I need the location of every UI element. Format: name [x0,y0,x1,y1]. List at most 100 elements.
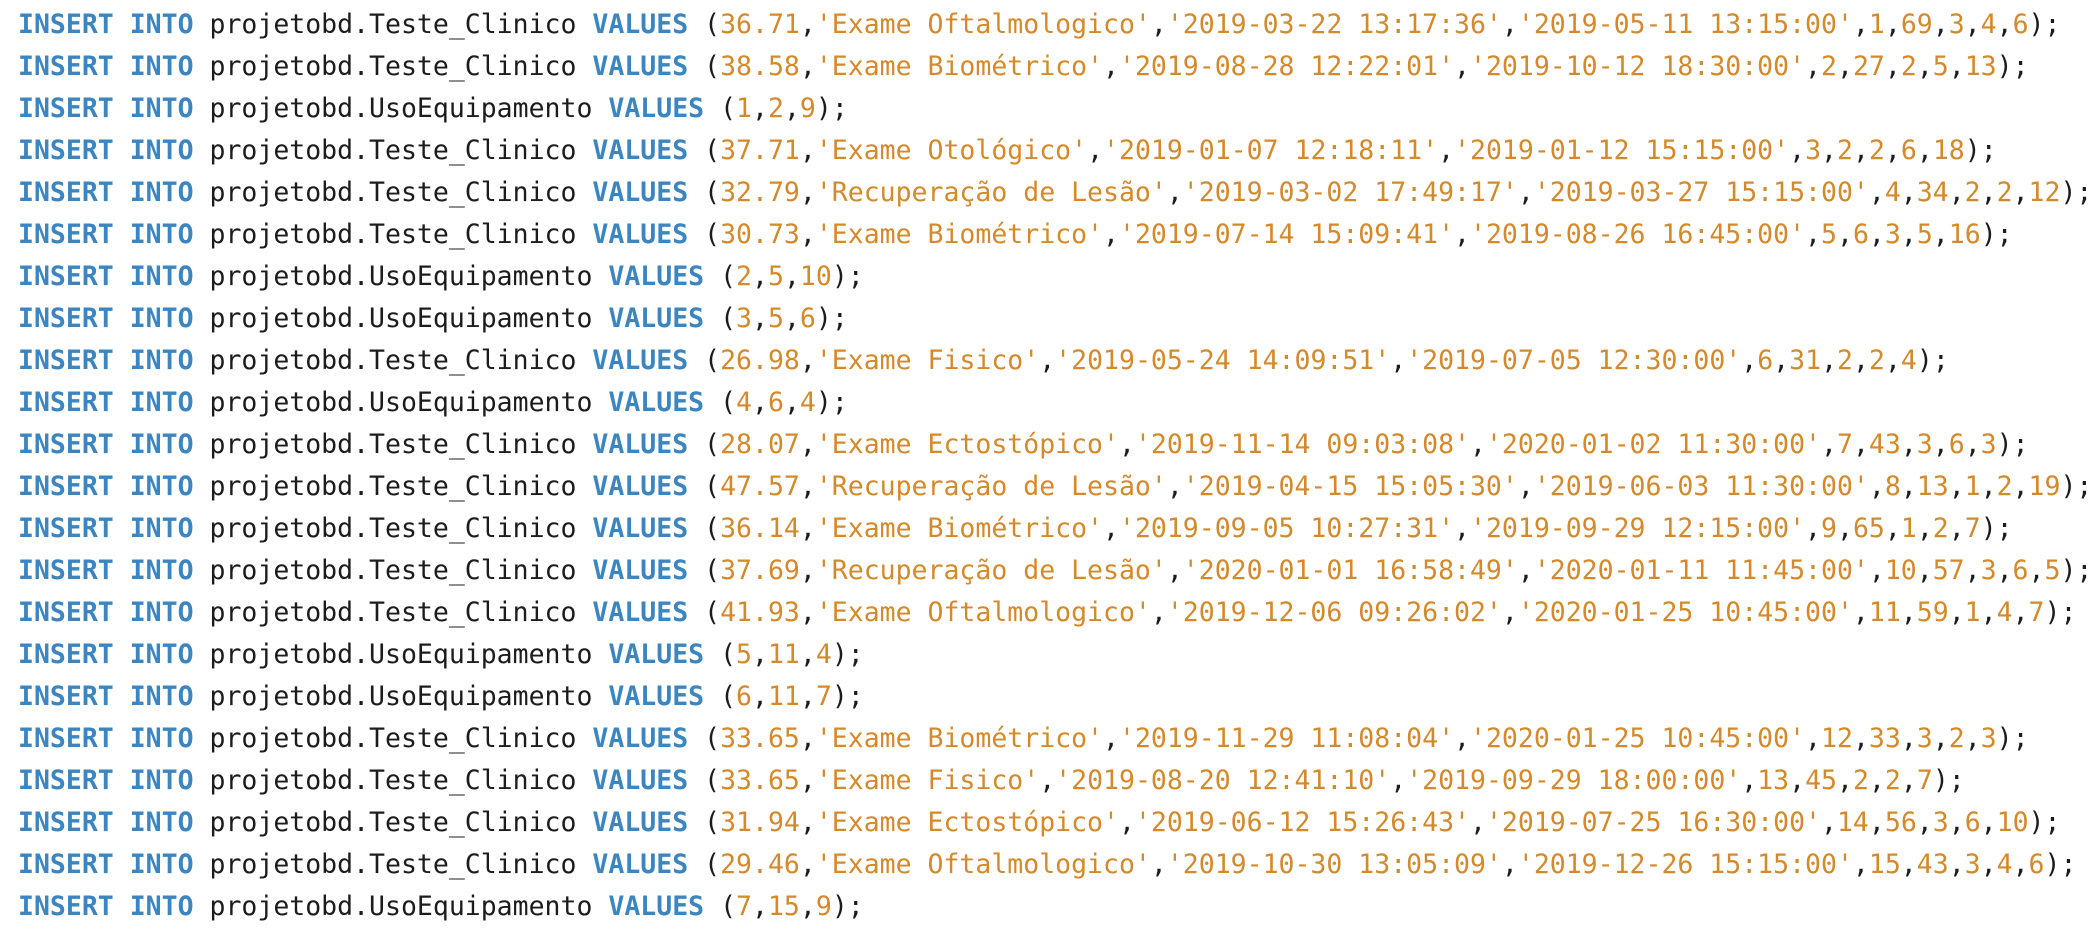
code-line[interactable]: INSERT INTO projetobd.Teste_Clinico VALU… [0,4,2088,46]
string-literal: '2019-08-28 12:22:01' [1118,51,1455,82]
sql-keyword-values: VALUES [608,681,705,712]
number-literal: 10 [799,261,832,292]
sql-keyword-insert: INSERT [18,177,114,208]
number-literal: 7 [736,891,752,922]
string-literal: '2019-11-14 09:03:08' [1134,429,1470,460]
string-literal: '2020-01-11 11:45:00' [1533,555,1869,586]
table-name: projetobd.Teste_Clinico [209,429,577,460]
number-literal: 18 [1932,135,1965,166]
code-line[interactable]: INSERT INTO projetobd.Teste_Clinico VALU… [0,466,2088,508]
code-line[interactable]: INSERT INTO projetobd.UsoEquipamento VAL… [0,256,2088,298]
code-line[interactable]: INSERT INTO projetobd.Teste_Clinico VALU… [0,508,2088,550]
number-literal: 2 [1932,513,1949,544]
number-literal: 57 [1932,555,1965,586]
table-name: projetobd.Teste_Clinico [209,471,577,502]
code-line[interactable]: INSERT INTO projetobd.Teste_Clinico VALU… [0,340,2088,382]
number-literal: 5 [2044,555,2061,586]
number-literal: 4 [1980,9,1997,40]
sql-keyword-into: INTO [129,513,194,544]
number-literal: 36.14 [720,513,800,544]
sql-keyword-values: VALUES [592,555,689,586]
table-name: projetobd.Teste_Clinico [209,345,577,376]
sql-keyword-insert: INSERT [18,9,114,40]
number-literal: 8 [1884,471,1901,502]
code-line[interactable]: INSERT INTO projetobd.Teste_Clinico VALU… [0,424,2088,466]
code-line[interactable]: INSERT INTO projetobd.UsoEquipamento VAL… [0,382,2088,424]
code-line[interactable]: INSERT INTO projetobd.Teste_Clinico VALU… [0,760,2088,802]
sql-keyword-into: INTO [129,681,194,712]
code-line[interactable]: INSERT INTO projetobd.UsoEquipamento VAL… [0,634,2088,676]
number-literal: 6 [1852,219,1869,250]
table-name: projetobd.Teste_Clinico [209,765,577,796]
string-literal: 'Exame Biométrico' [815,51,1104,82]
number-literal: 38.58 [720,51,800,82]
number-literal: 6 [1757,345,1774,376]
number-literal: 36.71 [720,9,800,40]
number-literal: 65 [1852,513,1885,544]
number-literal: 5 [1916,219,1933,250]
code-line[interactable]: INSERT INTO projetobd.Teste_Clinico VALU… [0,718,2088,760]
number-literal: 41.93 [720,597,800,628]
sql-keyword-values: VALUES [608,387,705,418]
number-literal: 6 [799,303,816,334]
string-literal: '2019-08-26 16:45:00' [1470,219,1806,250]
string-literal: 'Recuperação de Lesão' [815,177,1167,208]
string-literal: '2019-07-14 15:09:41' [1118,219,1455,250]
table-name: projetobd.Teste_Clinico [209,807,577,838]
sql-keyword-insert: INSERT [18,219,114,250]
sql-keyword-insert: INSERT [18,807,114,838]
table-name: projetobd.Teste_Clinico [209,513,577,544]
number-literal: 10 [1996,807,2029,838]
sql-keyword-insert: INSERT [18,765,114,796]
table-name: projetobd.UsoEquipamento [209,261,593,292]
sql-keyword-into: INTO [129,345,194,376]
sql-keyword-into: INTO [129,303,194,334]
number-literal: 33.65 [720,723,800,754]
number-literal: 37.71 [720,135,800,166]
code-line[interactable]: INSERT INTO projetobd.UsoEquipamento VAL… [0,676,2088,718]
sql-keyword-values: VALUES [592,513,689,544]
code-line[interactable]: INSERT INTO projetobd.Teste_Clinico VALU… [0,550,2088,592]
number-literal: 5 [1821,219,1837,250]
sql-keyword-insert: INSERT [18,681,114,712]
number-literal: 59 [1916,597,1949,628]
string-literal: '2019-01-07 12:18:11' [1103,135,1439,166]
code-line[interactable]: INSERT INTO projetobd.Teste_Clinico VALU… [0,592,2088,634]
code-line[interactable]: INSERT INTO projetobd.Teste_Clinico VALU… [0,802,2088,844]
code-line[interactable]: INSERT INTO projetobd.Teste_Clinico VALU… [0,46,2088,88]
table-name: projetobd.Teste_Clinico [209,177,577,208]
code-line[interactable]: INSERT INTO projetobd.Teste_Clinico VALU… [0,844,2088,886]
code-line[interactable]: INSERT INTO projetobd.Teste_Clinico VALU… [0,130,2088,172]
string-literal: 'Exame Biométrico' [815,723,1104,754]
string-literal: 'Recuperação de Lesão' [815,555,1167,586]
number-literal: 11 [1868,597,1901,628]
code-line[interactable]: INSERT INTO projetobd.UsoEquipamento VAL… [0,88,2088,130]
code-line[interactable]: INSERT INTO projetobd.UsoEquipamento VAL… [0,298,2088,340]
number-literal: 4 [1884,177,1901,208]
number-literal: 3 [1964,849,1981,880]
number-literal: 7 [1964,513,1981,544]
code-line[interactable]: INSERT INTO projetobd.Teste_Clinico VALU… [0,172,2088,214]
string-literal: '2019-04-15 15:05:30' [1182,471,1518,502]
number-literal: 11 [767,681,800,712]
number-literal: 10 [1884,555,1917,586]
table-name: projetobd.Teste_Clinico [209,135,577,166]
number-literal: 7 [815,681,832,712]
code-line[interactable]: INSERT INTO projetobd.Teste_Clinico VALU… [0,214,2088,256]
sql-keyword-into: INTO [129,807,194,838]
sql-keyword-values: VALUES [592,723,689,754]
number-literal: 2 [1821,51,1837,82]
sql-keyword-insert: INSERT [18,303,114,334]
string-literal: '2020-01-25 10:45:00' [1470,723,1806,754]
sql-keyword-insert: INSERT [18,513,114,544]
string-literal: '2019-10-30 13:05:09' [1166,849,1502,880]
number-literal: 13 [1916,471,1949,502]
number-literal: 2 [1964,177,1981,208]
string-literal: '2019-06-12 15:26:43' [1134,807,1470,838]
code-line[interactable]: INSERT INTO projetobd.UsoEquipamento VAL… [0,886,2088,928]
code-editor[interactable]: INSERT INTO projetobd.Teste_Clinico VALU… [0,0,2088,930]
string-literal: '2019-09-29 12:15:00' [1470,513,1806,544]
sql-keyword-values: VALUES [592,429,689,460]
sql-keyword-values: VALUES [592,765,689,796]
string-literal: '2020-01-01 16:58:49' [1182,555,1518,586]
